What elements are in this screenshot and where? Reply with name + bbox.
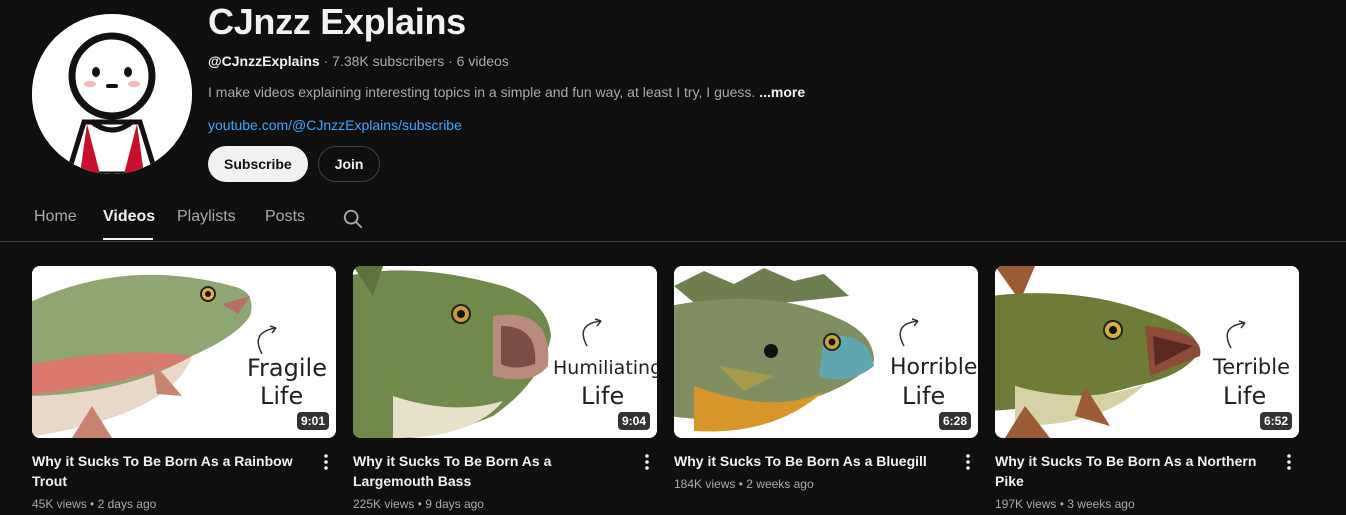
meta-separator: • [417,497,422,511]
kebab-icon[interactable] [318,452,334,472]
video-duration: 9:01 [296,412,329,430]
kebab-icon[interactable] [960,452,976,472]
meta-separator: • [738,477,743,491]
video-card[interactable]: Terrible Life 6:52 Why it Sucks To Be Bo… [995,266,1299,513]
video-title[interactable]: Why it Sucks To Be Born As a Bluegill [674,451,950,471]
video-duration: 6:52 [1259,412,1292,430]
channel-header: CJnzz Explains @CJnzzExplains · 7.38K su… [208,0,805,182]
video-meta: 225K views • 9 days ago [353,495,657,513]
subscriber-count: 7.38K subscribers [332,53,445,69]
video-thumbnail[interactable]: Terrible Life 6:52 [995,266,1299,438]
thumbnail-text-line2: Life [581,382,624,410]
video-thumbnail[interactable]: Fragile Life 9:01 [32,266,336,438]
meta-separator: • [90,497,95,511]
video-card[interactable]: Humiliating Life 9:04 Why it Sucks To Be… [353,266,657,513]
video-meta: 197K views • 3 weeks ago [995,495,1299,513]
channel-meta: @CJnzzExplains · 7.38K subscribers · 6 v… [208,51,805,71]
kebab-icon[interactable] [1281,452,1297,472]
video-count: 6 videos [456,53,509,69]
upload-age: 2 weeks ago [746,477,814,491]
video-card[interactable]: Fragile Life 9:01 Why it Sucks To Be Bor… [32,266,336,513]
video-title[interactable]: Why it Sucks To Be Born As a Rainbow Tro… [32,451,308,491]
thumbnail-text-line1: Terrible [1212,355,1290,379]
upload-age: 3 weeks ago [1067,497,1135,511]
active-tab-indicator [103,238,153,240]
thumbnail-text-line1: Humiliating [553,357,657,379]
channel-avatar[interactable] [32,14,192,174]
tab-home[interactable]: Home [34,208,77,226]
channel-actions: Subscribe Join [208,146,805,182]
video-meta: 45K views • 2 days ago [32,495,336,513]
video-duration: 6:28 [938,412,971,430]
channel-title: CJnzz Explains [208,1,466,42]
view-count: 45K views [32,497,87,511]
thumbnail-text-line2: Life [902,382,945,410]
video-thumbnail[interactable]: Humiliating Life 9:04 [353,266,657,438]
meta-separator: • [1059,497,1064,511]
video-meta: 184K views • 2 weeks ago [674,475,978,493]
search-icon[interactable] [342,208,364,230]
channel-link[interactable]: youtube.com/@CJnzzExplains/subscribe [208,115,805,135]
meta-separator: · [448,53,453,69]
tab-playlists[interactable]: Playlists [177,208,236,226]
subscribe-button[interactable]: Subscribe [208,146,308,182]
channel-handle: @CJnzzExplains [208,53,320,69]
channel-description[interactable]: I make videos explaining interesting top… [208,82,805,102]
upload-age: 2 days ago [97,497,157,511]
video-title[interactable]: Why it Sucks To Be Born As a Northern Pi… [995,451,1271,491]
tab-posts[interactable]: Posts [265,208,305,226]
description-text: I make videos explaining interesting top… [208,84,756,100]
thumbnail-text-line1: Fragile [247,354,327,382]
video-thumbnail[interactable]: Horrible Life 6:28 [674,266,978,438]
thumbnail-text-line2: Life [1223,382,1266,410]
video-title[interactable]: Why it Sucks To Be Born As a Largemouth … [353,451,629,491]
thumbnail-text-line1: Horrible [890,355,977,380]
video-duration: 9:04 [617,412,650,430]
meta-separator: · [323,53,329,69]
join-button[interactable]: Join [317,146,381,182]
kebab-icon[interactable] [639,452,655,472]
more-link[interactable]: ...more [759,84,805,100]
upload-age: 9 days ago [425,497,484,511]
tab-videos[interactable]: Videos [103,208,155,226]
view-count: 197K views [995,497,1057,511]
channel-tabs: Home Videos Playlists Posts [0,192,1346,242]
video-card[interactable]: Horrible Life 6:28 Why it Sucks To Be Bo… [674,266,978,493]
view-count: 225K views [353,497,415,511]
view-count: 184K views [674,477,736,491]
thumbnail-text-line2: Life [260,382,303,410]
